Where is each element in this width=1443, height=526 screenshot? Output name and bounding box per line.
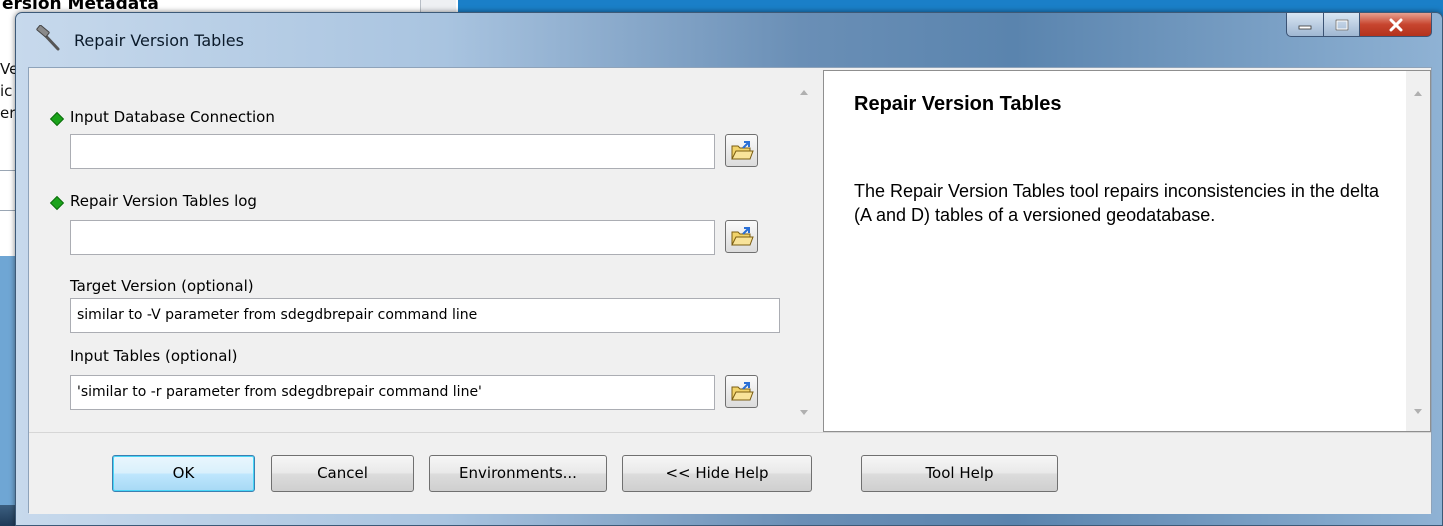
help-description: The Repair Version Tables tool repairs i… — [854, 181, 1379, 225]
background-text-line: er — [0, 104, 16, 122]
scroll-up-icon[interactable] — [800, 90, 808, 95]
param-label-input-tables: Input Tables (optional) — [70, 347, 238, 365]
required-indicator-icon — [49, 195, 65, 211]
parameters-panel: Input Database Connection Repair Version… — [30, 70, 818, 432]
background-text-line: ic — [0, 82, 13, 100]
folder-open-icon — [730, 140, 754, 159]
repair-version-tables-dialog: Repair Version Tables Input Database Con… — [15, 12, 1443, 526]
ok-button[interactable]: OK — [112, 455, 255, 492]
input-database-connection-field[interactable] — [70, 134, 715, 169]
parameters-scrollbar[interactable] — [792, 70, 816, 432]
window-controls — [1286, 13, 1432, 39]
tool-help-button[interactable]: Tool Help — [861, 455, 1058, 492]
hammer-icon — [34, 24, 62, 53]
input-tables-field[interactable]: 'similar to -r parameter from sdegdbrepa… — [70, 375, 715, 410]
folder-open-icon — [730, 381, 754, 400]
hide-help-button[interactable]: << Hide Help — [622, 455, 812, 492]
param-label-repair-version-tables-log: Repair Version Tables log — [70, 192, 257, 210]
browse-button[interactable] — [725, 375, 758, 408]
param-label-target-version: Target Version (optional) — [70, 277, 254, 295]
maximize-button[interactable] — [1324, 13, 1360, 37]
scroll-up-icon[interactable] — [1414, 91, 1422, 96]
minimize-button[interactable] — [1286, 13, 1324, 37]
dialog-titlebar[interactable]: Repair Version Tables — [16, 13, 1442, 67]
param-label-input-database-connection: Input Database Connection — [70, 108, 275, 126]
repair-version-tables-log-field[interactable] — [70, 220, 715, 255]
browse-button[interactable] — [725, 220, 758, 253]
close-button[interactable] — [1360, 13, 1432, 37]
folder-open-icon — [730, 226, 754, 245]
dialog-title: Repair Version Tables — [74, 31, 244, 50]
browse-button[interactable] — [725, 134, 758, 167]
help-title: Repair Version Tables — [854, 93, 1062, 115]
help-panel: Repair Version Tables The Repair Version… — [823, 70, 1431, 432]
minimize-icon — [1298, 25, 1312, 29]
cancel-button[interactable]: Cancel — [271, 455, 414, 492]
button-bar: OK Cancel Environments... << Hide Help T… — [29, 432, 1431, 514]
target-version-field[interactable]: similar to -V parameter from sdegdbrepai… — [70, 298, 780, 333]
dialog-client-area: Input Database Connection Repair Version… — [28, 67, 1432, 514]
required-indicator-icon — [49, 111, 65, 127]
environments-button[interactable]: Environments... — [429, 455, 607, 492]
scroll-down-icon[interactable] — [1414, 409, 1422, 414]
maximize-icon — [1335, 19, 1348, 30]
scroll-down-icon[interactable] — [800, 410, 808, 415]
close-icon — [1389, 18, 1402, 31]
help-scrollbar[interactable] — [1406, 71, 1430, 431]
